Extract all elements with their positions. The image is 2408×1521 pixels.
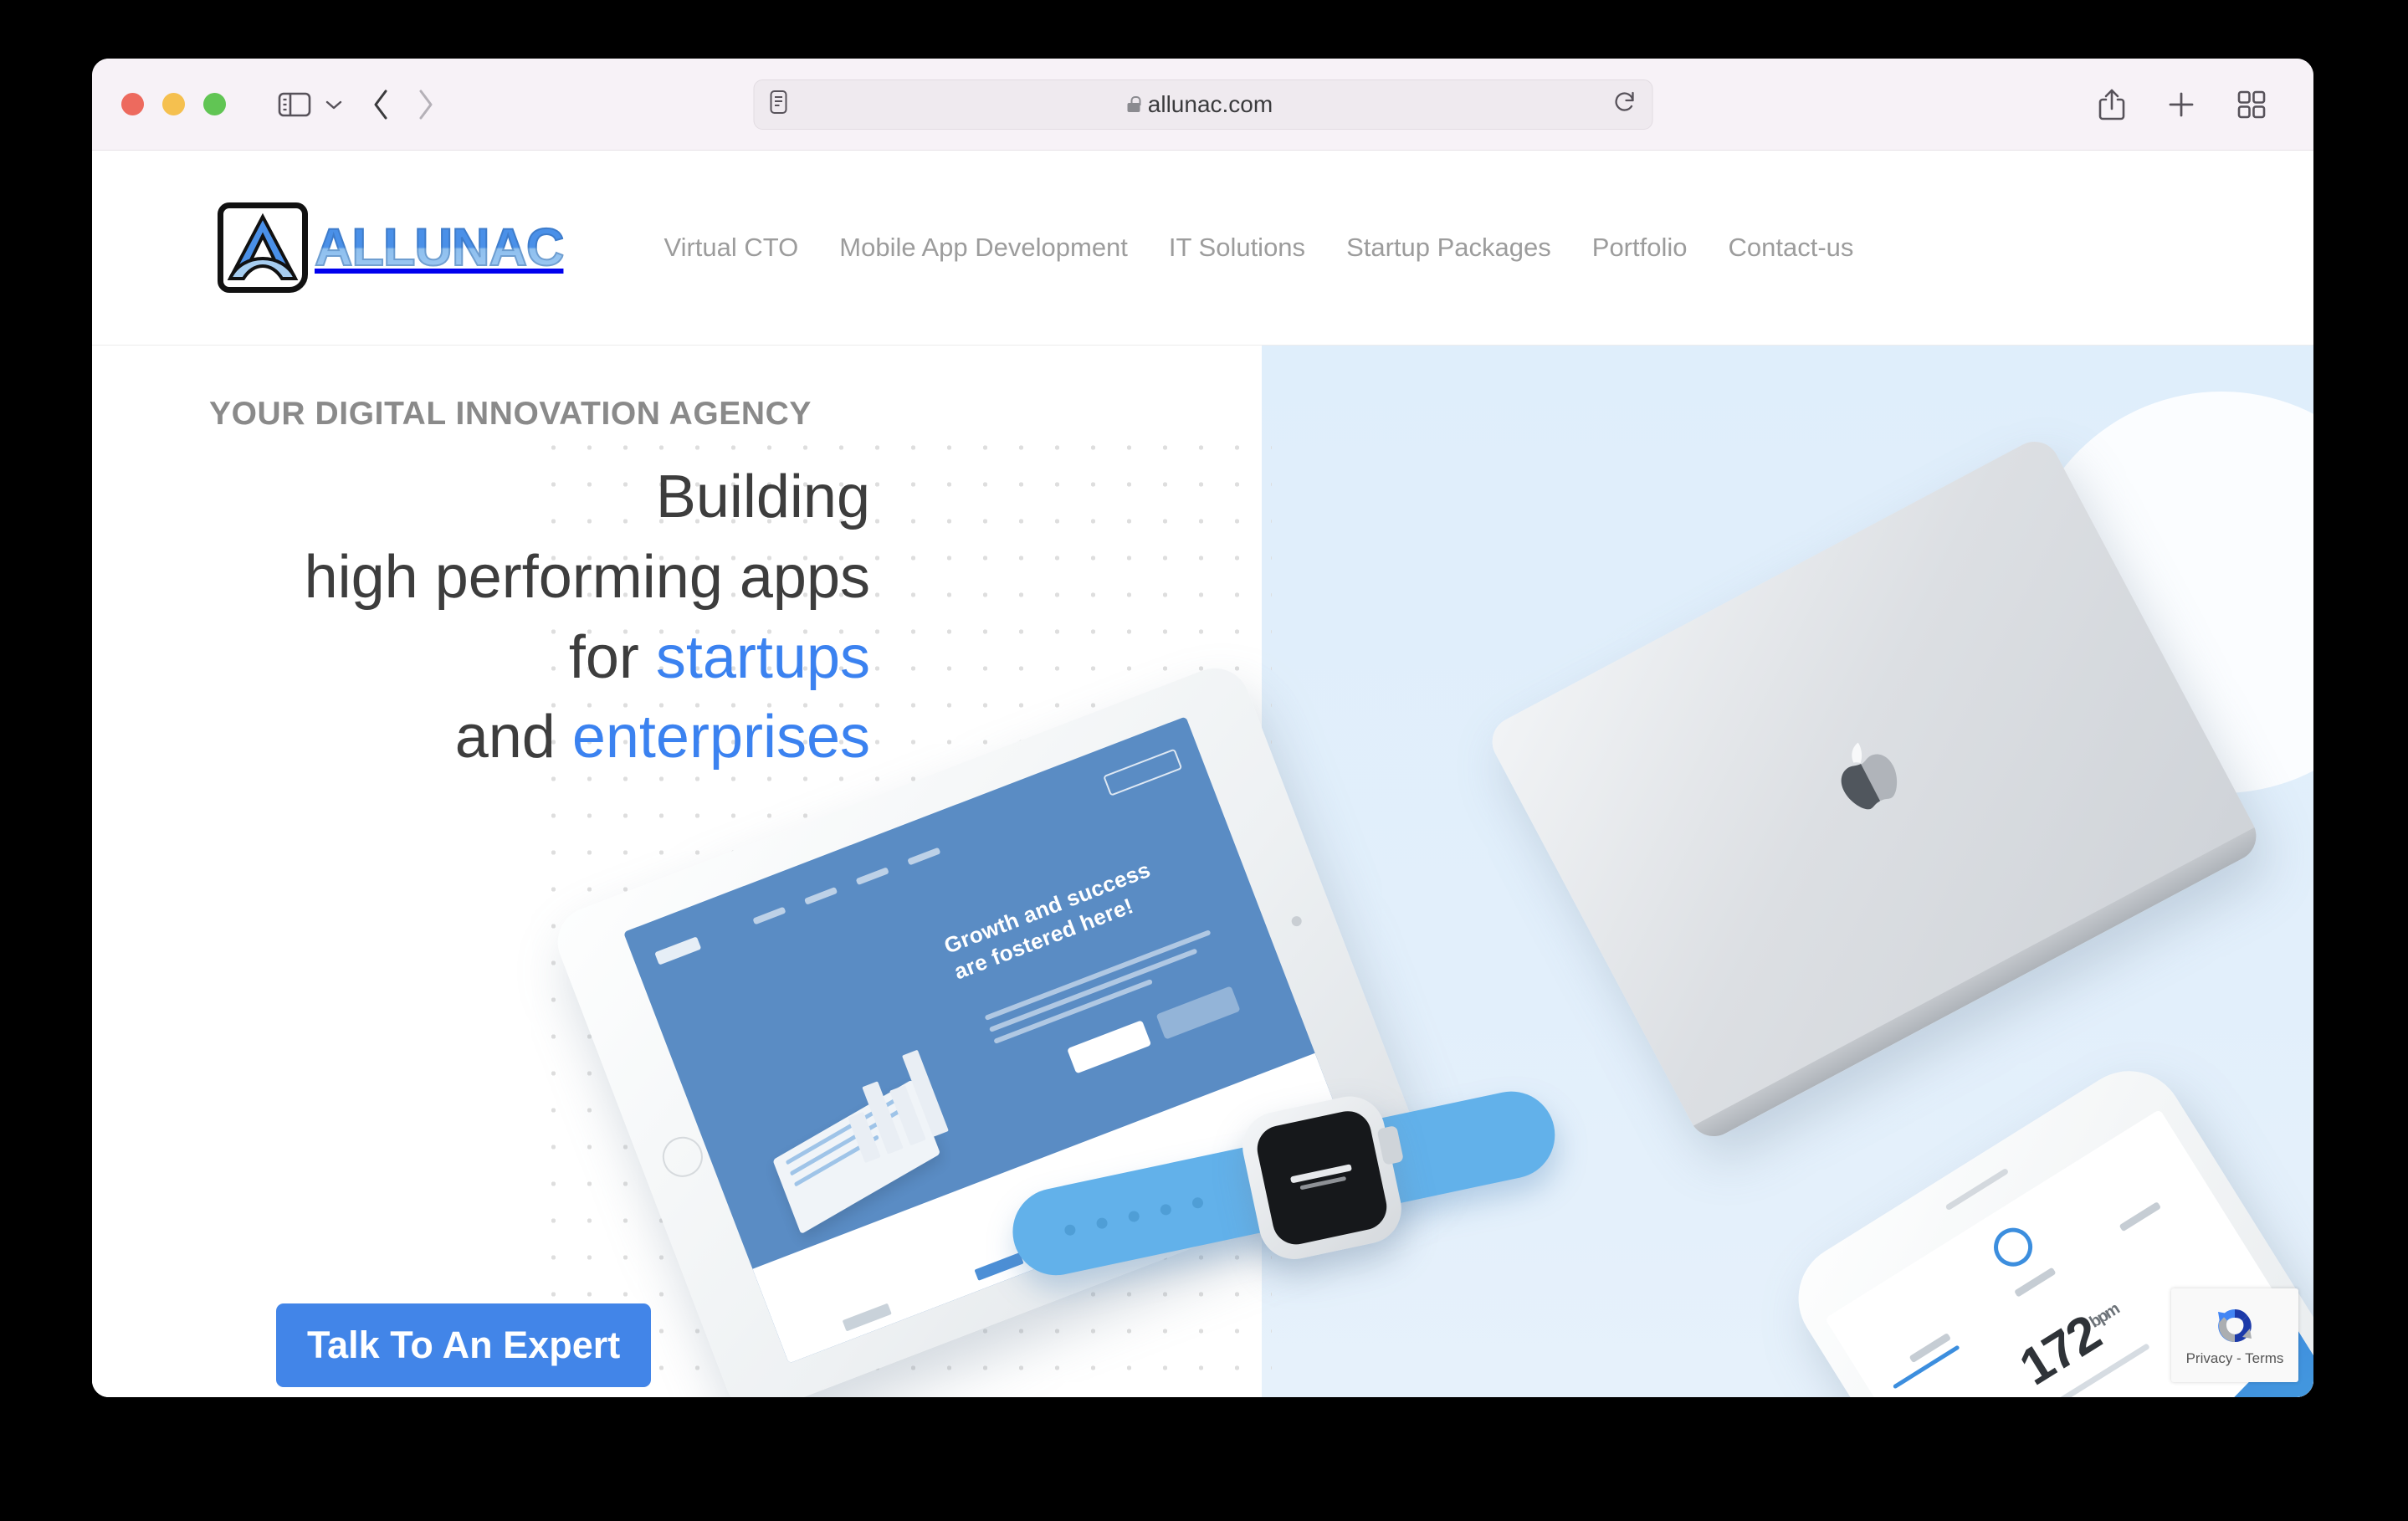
apple-logo-icon	[1841, 742, 1898, 810]
site-logo-text: ALLUNAC	[314, 218, 565, 277]
nav-item-mobile-app-development[interactable]: Mobile App Development	[839, 233, 1128, 263]
maximize-window-button[interactable]	[203, 93, 226, 115]
headline-accent-startups: startups	[655, 623, 870, 691]
headline-accent-enterprises: enterprises	[571, 704, 870, 771]
allunac-logo-icon	[218, 202, 308, 293]
hero-copy: YOUR DIGITAL INNOVATION AGENCY Building …	[92, 346, 929, 778]
nav-item-portfolio[interactable]: Portfolio	[1592, 233, 1688, 263]
web-page: ALLUNAC Virtual CTO Mobile App Developme…	[92, 151, 2313, 1397]
site-header: ALLUNAC Virtual CTO Mobile App Developme…	[92, 151, 2313, 346]
recaptcha-badge[interactable]: Privacy - Terms	[2171, 1288, 2298, 1382]
window-traffic-lights	[121, 93, 226, 115]
tab-overview-icon[interactable]	[2236, 90, 2267, 120]
reader-view-icon[interactable]	[769, 90, 787, 119]
site-logo[interactable]: ALLUNAC	[218, 202, 565, 293]
reload-icon[interactable]	[1613, 90, 1637, 119]
nav-item-virtual-cto[interactable]: Virtual CTO	[663, 233, 798, 263]
recaptcha-label: Privacy - Terms	[2185, 1350, 2284, 1366]
browser-window: allunac.com ALLUNAC Virtual CTO Mobile A…	[92, 59, 2313, 1397]
headline-line-2: high performing apps	[304, 543, 870, 611]
sidebar-icon[interactable]	[278, 91, 311, 118]
close-window-button[interactable]	[121, 93, 144, 115]
hero-headline: Building high performing apps for startu…	[209, 458, 929, 778]
share-icon[interactable]	[2098, 88, 2126, 121]
forward-chevron-icon[interactable]	[415, 88, 435, 121]
headline-line-1: Building	[655, 463, 870, 530]
headline-line-3: for startups	[568, 623, 870, 691]
talk-to-an-expert-button[interactable]: Talk To An Expert	[276, 1303, 652, 1387]
browser-toolbar: allunac.com	[92, 59, 2313, 151]
hero-devices-image: Growth and success are fostered here! 17…	[547, 433, 2313, 1397]
minimize-window-button[interactable]	[162, 93, 185, 115]
main-navigation: Virtual CTO Mobile App Development IT So…	[663, 233, 1853, 263]
hero-section: Growth and success are fostered here! 17…	[92, 346, 2313, 1397]
lock-icon	[1127, 96, 1141, 112]
plus-icon[interactable]	[2166, 90, 2196, 120]
recaptcha-icon	[2218, 1309, 2252, 1343]
macbook-mockup	[1483, 433, 2265, 1145]
headline-line-4: and enterprises	[454, 704, 870, 771]
address-bar-url-wrap: allunac.com	[787, 91, 1613, 118]
back-chevron-icon[interactable]	[371, 88, 392, 121]
hero-eyebrow: YOUR DIGITAL INNOVATION AGENCY	[209, 396, 812, 432]
nav-item-it-solutions[interactable]: IT Solutions	[1169, 233, 1305, 263]
nav-item-contact-us[interactable]: Contact-us	[1729, 233, 1854, 263]
chevron-down-icon[interactable]	[321, 98, 346, 111]
address-bar-url: allunac.com	[1147, 90, 1273, 117]
toolbar-right-group	[2098, 88, 2267, 121]
address-bar[interactable]: allunac.com	[753, 79, 1652, 130]
nav-item-startup-packages[interactable]: Startup Packages	[1346, 233, 1551, 263]
